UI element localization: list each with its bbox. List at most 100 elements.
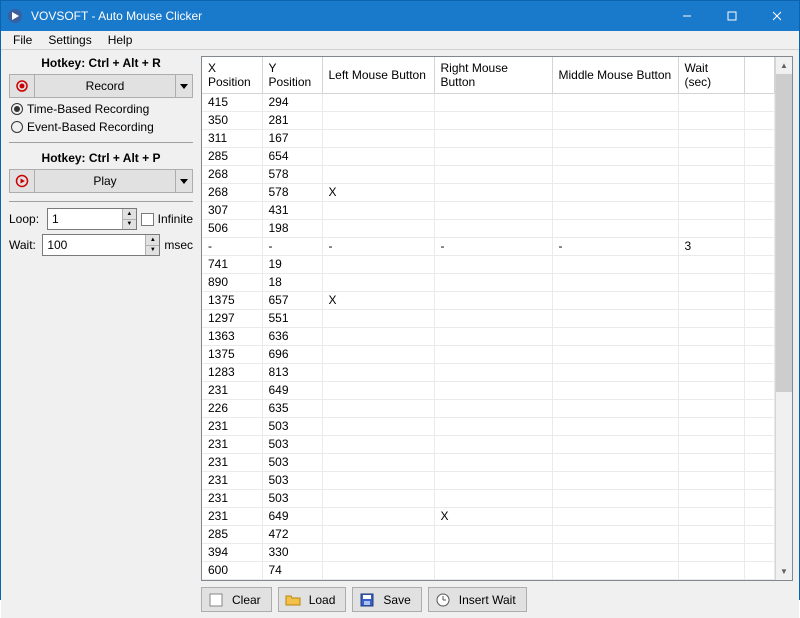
- table-cell[interactable]: 226: [202, 400, 262, 418]
- table-cell[interactable]: X: [322, 184, 434, 202]
- table-row[interactable]: 231503: [202, 454, 775, 472]
- radio-event-based[interactable]: Event-Based Recording: [11, 120, 193, 134]
- table-cell[interactable]: [322, 382, 434, 400]
- table-cell[interactable]: [322, 472, 434, 490]
- table-cell[interactable]: [678, 130, 744, 148]
- table-cell[interactable]: [434, 382, 552, 400]
- table-cell[interactable]: 741: [202, 256, 262, 274]
- table-cell[interactable]: 1375: [202, 292, 262, 310]
- table-row[interactable]: 268578: [202, 166, 775, 184]
- table-cell[interactable]: [322, 328, 434, 346]
- table-row[interactable]: 60074: [202, 562, 775, 580]
- table-cell[interactable]: [434, 328, 552, 346]
- table-cell[interactable]: [434, 418, 552, 436]
- table-cell[interactable]: [322, 130, 434, 148]
- table-cell[interactable]: [434, 94, 552, 112]
- table-cell[interactable]: 890: [202, 274, 262, 292]
- table-cell[interactable]: 503: [262, 490, 322, 508]
- table-row[interactable]: 1375657X: [202, 292, 775, 310]
- table-cell[interactable]: [678, 148, 744, 166]
- table-cell[interactable]: [434, 436, 552, 454]
- table-cell[interactable]: [434, 490, 552, 508]
- table-cell[interactable]: [322, 220, 434, 238]
- table-row[interactable]: 1297551: [202, 310, 775, 328]
- table-cell[interactable]: [434, 292, 552, 310]
- table-row[interactable]: 1375696: [202, 346, 775, 364]
- table-cell[interactable]: 696: [262, 346, 322, 364]
- loop-spinner[interactable]: ▲▼: [122, 209, 135, 229]
- table-cell[interactable]: [678, 364, 744, 382]
- table-cell[interactable]: [322, 310, 434, 328]
- table-cell[interactable]: [552, 508, 678, 526]
- table-cell[interactable]: [678, 220, 744, 238]
- table-cell[interactable]: [322, 526, 434, 544]
- record-icon[interactable]: [9, 74, 35, 98]
- column-header[interactable]: Y Position: [262, 57, 322, 94]
- table-cell[interactable]: [434, 544, 552, 562]
- table-row[interactable]: 231503: [202, 418, 775, 436]
- table-row[interactable]: 231503: [202, 490, 775, 508]
- table-cell[interactable]: [322, 202, 434, 220]
- table-cell[interactable]: 268: [202, 166, 262, 184]
- table-cell[interactable]: [322, 418, 434, 436]
- table-cell[interactable]: 600: [202, 562, 262, 580]
- table-row[interactable]: 307431: [202, 202, 775, 220]
- table-cell[interactable]: 415: [202, 94, 262, 112]
- table-cell[interactable]: [678, 562, 744, 580]
- table-cell[interactable]: 167: [262, 130, 322, 148]
- table-cell[interactable]: [322, 490, 434, 508]
- play-dropdown[interactable]: [175, 169, 193, 193]
- table-cell[interactable]: [434, 526, 552, 544]
- table-cell[interactable]: [322, 454, 434, 472]
- table-cell[interactable]: [678, 346, 744, 364]
- column-header[interactable]: Right Mouse Button: [434, 57, 552, 94]
- table-cell[interactable]: 281: [262, 112, 322, 130]
- table-row[interactable]: 74119: [202, 256, 775, 274]
- table-cell[interactable]: [434, 562, 552, 580]
- table-cell[interactable]: 431: [262, 202, 322, 220]
- table-row[interactable]: -----3: [202, 238, 775, 256]
- table-cell[interactable]: 649: [262, 382, 322, 400]
- table-cell[interactable]: 285: [202, 526, 262, 544]
- table-cell[interactable]: 503: [262, 454, 322, 472]
- infinite-checkbox[interactable]: [141, 213, 154, 226]
- table-row[interactable]: 231503: [202, 436, 775, 454]
- table-cell[interactable]: [434, 364, 552, 382]
- table-cell[interactable]: -: [322, 238, 434, 256]
- table-row[interactable]: 231503: [202, 472, 775, 490]
- table-cell[interactable]: 231: [202, 508, 262, 526]
- table-cell[interactable]: 3: [678, 238, 744, 256]
- table-cell[interactable]: [434, 166, 552, 184]
- table-cell[interactable]: 578: [262, 184, 322, 202]
- wait-input[interactable]: [43, 235, 145, 255]
- maximize-button[interactable]: [709, 1, 754, 31]
- table-cell[interactable]: 472: [262, 526, 322, 544]
- table-cell[interactable]: 503: [262, 472, 322, 490]
- menu-settings[interactable]: Settings: [40, 31, 99, 49]
- table-row[interactable]: 1363636: [202, 328, 775, 346]
- record-button[interactable]: Record: [35, 74, 175, 98]
- table-cell[interactable]: [322, 256, 434, 274]
- radio-time-based[interactable]: Time-Based Recording: [11, 102, 193, 116]
- wait-spinner[interactable]: ▲▼: [145, 235, 159, 255]
- table-row[interactable]: 231649: [202, 382, 775, 400]
- table-cell[interactable]: [552, 400, 678, 418]
- table-cell[interactable]: [678, 544, 744, 562]
- table-cell[interactable]: 1283: [202, 364, 262, 382]
- table-cell[interactable]: [322, 274, 434, 292]
- table-cell[interactable]: 635: [262, 400, 322, 418]
- scroll-track[interactable]: [776, 74, 792, 563]
- table-cell[interactable]: 294: [262, 94, 322, 112]
- table-cell[interactable]: [322, 544, 434, 562]
- table-cell[interactable]: [434, 454, 552, 472]
- table-cell[interactable]: 18: [262, 274, 322, 292]
- table-cell[interactable]: [678, 202, 744, 220]
- table-cell[interactable]: [552, 382, 678, 400]
- record-dropdown[interactable]: [175, 74, 193, 98]
- table-cell[interactable]: -: [202, 238, 262, 256]
- table-cell[interactable]: 551: [262, 310, 322, 328]
- table-cell[interactable]: [552, 544, 678, 562]
- table-row[interactable]: 268578X: [202, 184, 775, 202]
- table-cell[interactable]: [552, 418, 678, 436]
- table-cell[interactable]: [552, 220, 678, 238]
